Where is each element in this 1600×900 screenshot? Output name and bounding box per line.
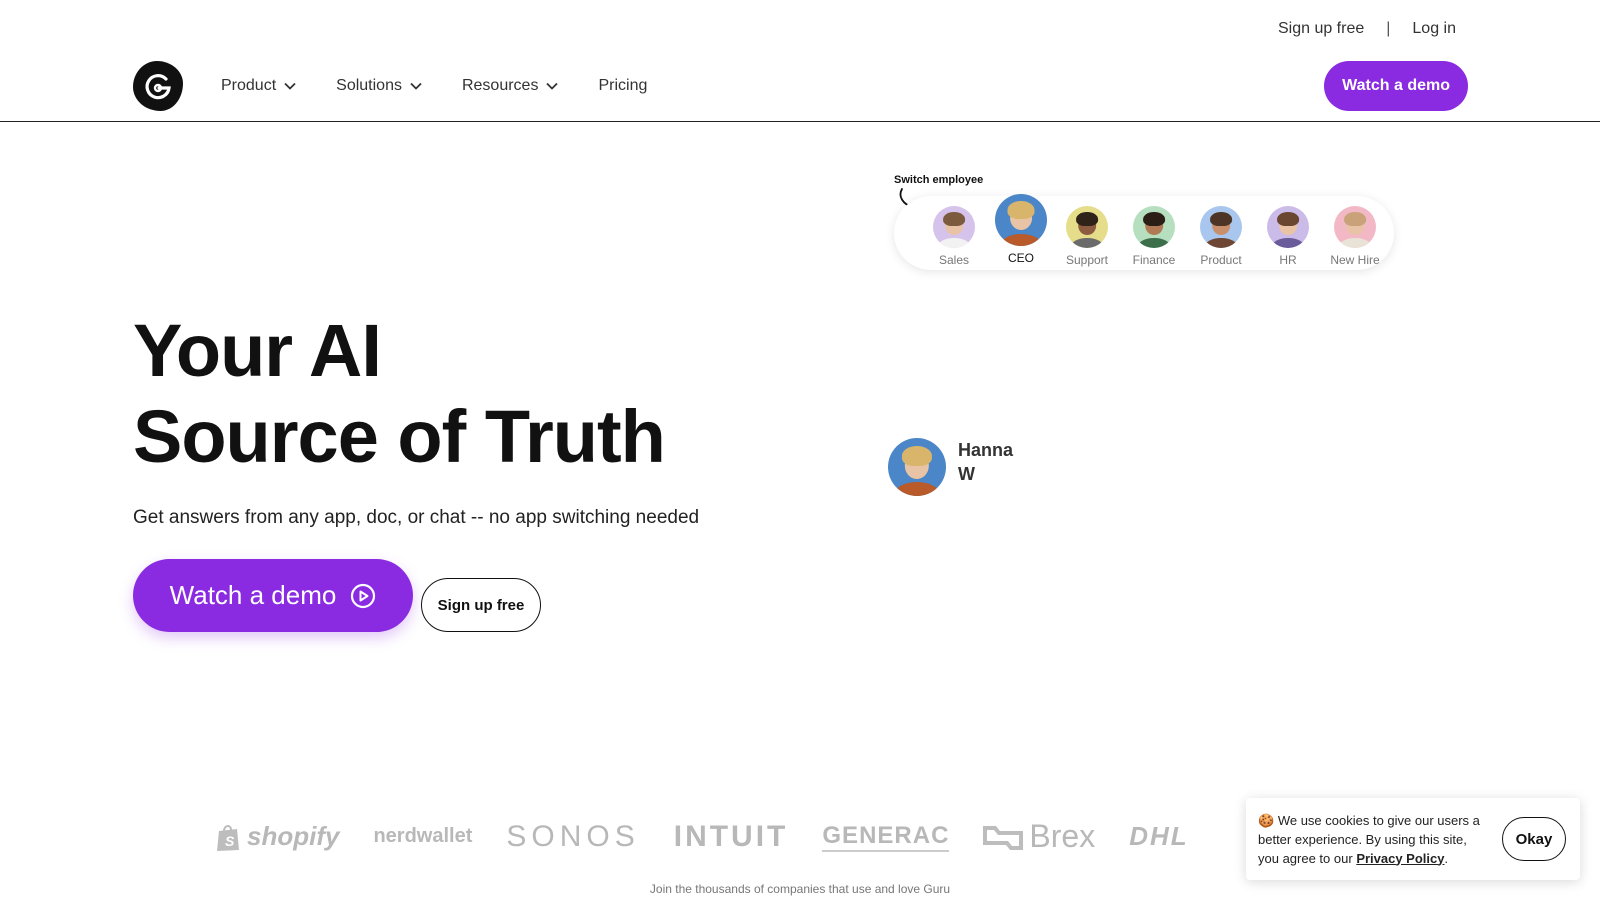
employee-label: CEO [1007, 251, 1034, 265]
avatar [888, 438, 946, 496]
main-nav: Product Solutions Resources Pricing Watc… [133, 60, 1468, 112]
guru-logo-mark [145, 74, 171, 100]
brex-logo: Brex [983, 818, 1095, 855]
employee-new-hire[interactable]: New Hire [1325, 206, 1385, 267]
brex-mark-icon [983, 825, 1024, 850]
employee-finance[interactable]: Finance [1124, 206, 1184, 267]
avatar [1200, 206, 1242, 248]
watch-demo-hero-button[interactable]: Watch a demo [133, 559, 413, 632]
sonos-logo: SONOS [506, 820, 639, 854]
employee-label: Finance [1132, 253, 1176, 267]
nav-divider [0, 121, 1600, 122]
nerdwallet-logo: nerdwallet [373, 825, 472, 848]
customer-logos: S shopify nerdwallet SONOS INTUIT GENERA… [215, 818, 1189, 855]
hero-title: Your AI Source of Truth [133, 308, 666, 480]
shopify-logo: S shopify [215, 821, 339, 852]
dhl-logo: DHL [1129, 821, 1188, 852]
hero-title-line1: Your AI [133, 309, 382, 392]
avatar [1267, 206, 1309, 248]
cookie-message: 🍪 We use cookies to give our users a bet… [1258, 811, 1490, 868]
employee-hr[interactable]: HR [1258, 206, 1318, 267]
logo-text: DHL [1129, 821, 1189, 851]
chevron-down-icon [410, 82, 422, 90]
logo-text: shopify [247, 821, 340, 851]
nav-item-label: Product [221, 77, 277, 94]
login-link[interactable]: Log in [1412, 20, 1456, 38]
employee-label: Product [1200, 253, 1242, 267]
avatar [1066, 206, 1108, 248]
guru-logo-icon[interactable] [133, 61, 183, 111]
employee-sales[interactable]: Sales [924, 206, 984, 267]
employee-support[interactable]: Support [1057, 206, 1117, 267]
nav-item-label: Pricing [598, 77, 648, 94]
hero-subtitle: Get answers from any app, doc, or chat -… [133, 507, 700, 528]
logo-text: SONOS [506, 819, 640, 853]
cookie-okay-button[interactable]: Okay [1502, 817, 1566, 861]
nav-item-label: Solutions [336, 77, 402, 94]
employee-ceo[interactable]: CEO [991, 194, 1051, 265]
nav-item-resources[interactable]: Resources [461, 77, 559, 95]
avatar [1133, 206, 1175, 248]
nav-item-label: Resources [461, 77, 539, 94]
signup-link[interactable]: Sign up free [1278, 20, 1364, 38]
avatar [933, 206, 975, 248]
avatar [995, 194, 1047, 246]
logo-text: Brex [1029, 818, 1096, 854]
nav-items: Product Solutions Resources Pricing [221, 77, 647, 95]
hero-title-line2: Source of Truth [133, 395, 666, 478]
avatar [1334, 206, 1376, 248]
watch-demo-nav-button[interactable]: Watch a demo [1324, 61, 1468, 111]
cookie-banner: 🍪 We use cookies to give our users a bet… [1246, 798, 1580, 880]
utility-bar: Sign up free | Log in [1278, 20, 1456, 38]
employee-label: Support [1065, 253, 1109, 267]
chevron-down-icon [546, 82, 559, 90]
employee-product[interactable]: Product [1191, 206, 1251, 267]
cookie-icon: 🍪 [1258, 812, 1275, 828]
svg-text:S: S [225, 833, 235, 849]
switch-employee-label: Switch employee [894, 174, 984, 186]
logo-text: INTUIT [673, 819, 789, 853]
chat-user: Hanna W [888, 438, 1028, 496]
shopping-bag-icon: S [217, 824, 239, 851]
logos-caption: Join the thousands of companies that use… [649, 882, 951, 896]
logo-text: GENERAC [822, 821, 950, 849]
sign-up-free-hero-button[interactable]: Sign up free [421, 578, 541, 632]
intuit-logo: INTUIT [674, 820, 789, 854]
play-circle-icon [351, 583, 376, 608]
employee-switcher: Sales CEO Support Finance Product HR New… [894, 194, 1394, 270]
utility-separator: | [1386, 20, 1391, 37]
nav-item-solutions[interactable]: Solutions [336, 77, 422, 95]
chat-user-name: Hanna W [958, 440, 1014, 484]
logo-text: nerdwallet [373, 825, 473, 847]
generac-logo: GENERAC [822, 821, 950, 852]
cookie-text-end: . [1444, 850, 1449, 866]
employee-label: Sales [938, 253, 970, 267]
employee-label: HR [1279, 253, 1297, 267]
privacy-policy-link[interactable]: Privacy Policy [1356, 851, 1444, 866]
nav-item-product[interactable]: Product [221, 77, 296, 95]
watch-demo-label: Watch a demo [169, 580, 337, 610]
nav-item-pricing[interactable]: Pricing [598, 77, 647, 95]
employee-label: New Hire [1330, 253, 1380, 267]
chevron-down-icon [284, 82, 296, 90]
